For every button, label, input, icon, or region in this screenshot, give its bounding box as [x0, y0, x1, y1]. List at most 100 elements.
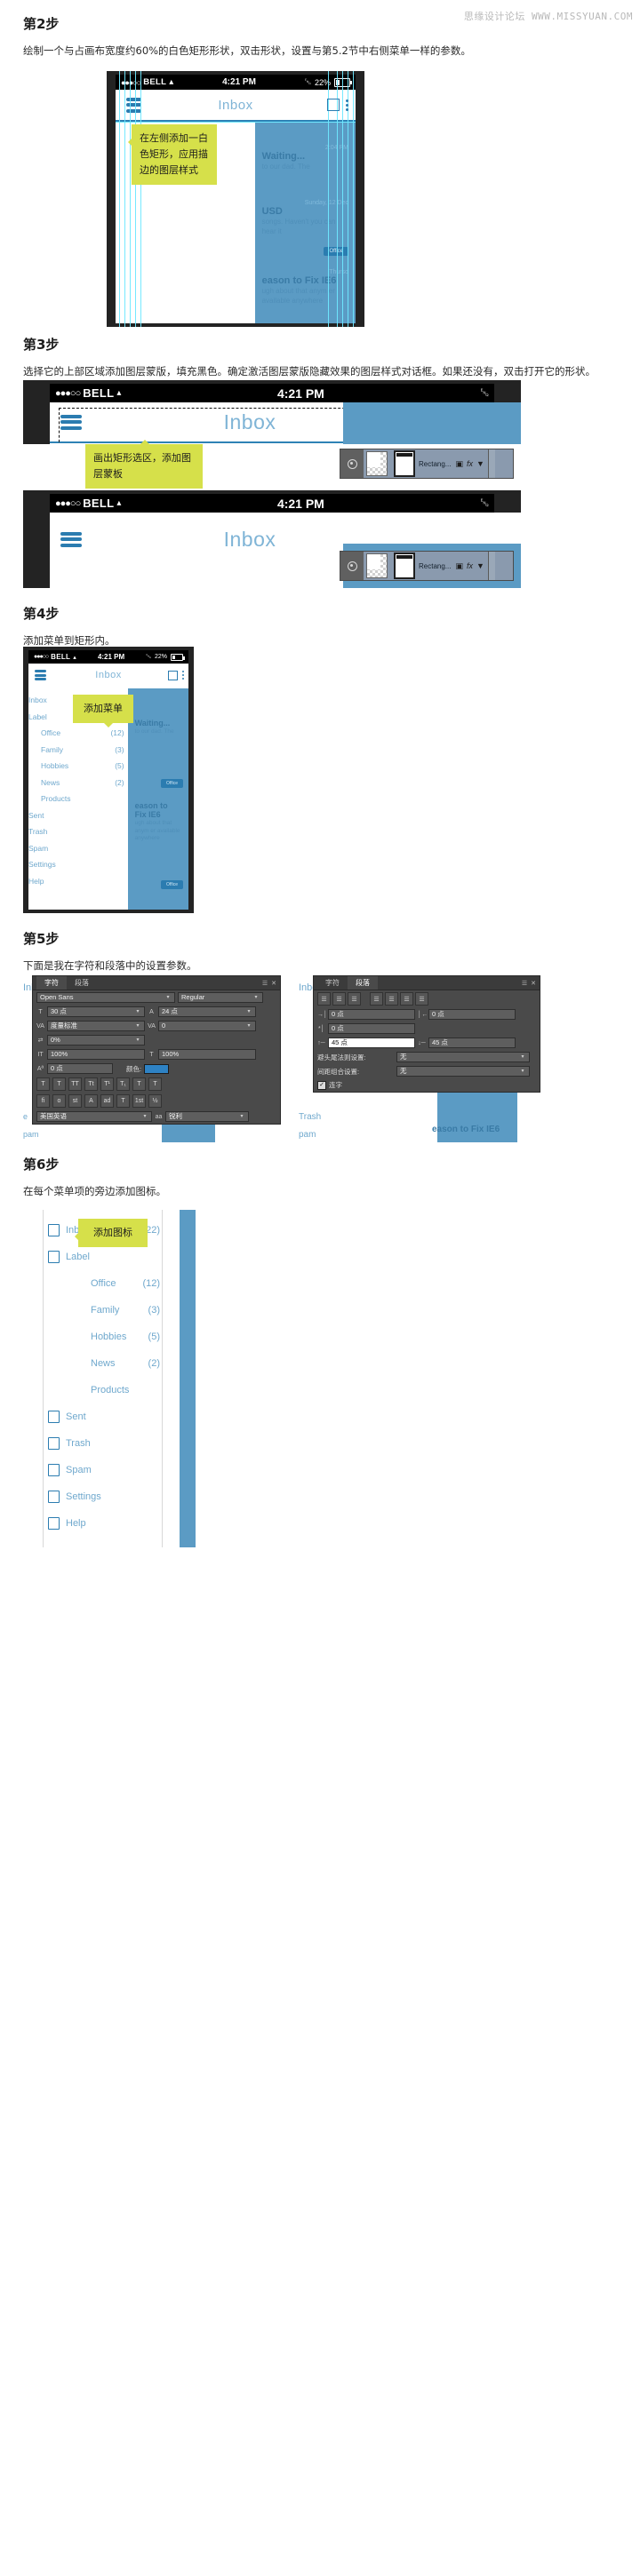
language-select[interactable]: 美国英语 ▾: [36, 1111, 152, 1122]
fx-icon[interactable]: fx: [467, 459, 473, 468]
menu-item-spam[interactable]: Spam: [48, 1457, 165, 1483]
kebab-icon[interactable]: [182, 671, 184, 680]
menu-item-sent[interactable]: Sent: [28, 807, 128, 824]
menu-item-office[interactable]: Office (12): [48, 1270, 165, 1297]
menu-item-help[interactable]: Help: [48, 1510, 165, 1537]
tab-paragraph[interactable]: 段落: [348, 976, 378, 990]
menu-item-family[interactable]: Family (3): [28, 742, 128, 759]
link-icon[interactable]: ▣: [455, 561, 463, 571]
text-color-swatch[interactable]: [144, 1063, 170, 1074]
align-center-button[interactable]: ☰: [332, 992, 346, 1006]
align-left-button[interactable]: ☰: [317, 992, 331, 1006]
menu-item-news[interactable]: News (2): [48, 1350, 165, 1377]
stylistic-button[interactable]: T: [116, 1094, 130, 1108]
font-size-input[interactable]: 30 点 ▾: [47, 1006, 145, 1017]
fractions-button[interactable]: ½: [148, 1094, 162, 1108]
justify-last-right-button[interactable]: ☰: [400, 992, 413, 1006]
tab-character[interactable]: 字符: [317, 976, 348, 990]
fx-icon[interactable]: fx: [467, 561, 473, 570]
mail-item[interactable]: Sunday, 16 Dec ods e some skill on know …: [255, 307, 356, 324]
eye-icon[interactable]: [340, 552, 364, 580]
vshift-input[interactable]: 0% ▾: [47, 1035, 145, 1046]
ligature-button[interactable]: fi: [36, 1094, 50, 1108]
compose-icon[interactable]: [168, 670, 178, 680]
kebab-icon[interactable]: [346, 99, 348, 111]
bold-button[interactable]: T: [36, 1077, 50, 1091]
menu-item-settings[interactable]: Settings: [28, 856, 128, 873]
hyphenate-checkbox-row[interactable]: ✓ 连字: [314, 1078, 540, 1092]
swash-button[interactable]: A: [84, 1094, 98, 1108]
justify-last-left-button[interactable]: ☰: [370, 992, 383, 1006]
justify-all-button[interactable]: ☰: [415, 992, 428, 1006]
hyphen-select[interactable]: 无 ▾: [396, 1052, 530, 1062]
menu-item-trash[interactable]: Trash: [48, 1430, 165, 1457]
menu-item-hobbies[interactable]: Hobbies (5): [48, 1324, 165, 1350]
smallcaps-button[interactable]: Tt: [84, 1077, 98, 1091]
mail-item[interactable]: Sunday, 12 Dec USD songs. Haven't you ca…: [255, 173, 356, 261]
mail-item[interactable]: Waiting... to our dad. The: [128, 688, 188, 737]
mail-item[interactable]: Thursd eason to Fix IE6 ugh about that a…: [255, 260, 356, 307]
leading-input[interactable]: 24 点 ▾: [158, 1006, 256, 1017]
indent-right-input[interactable]: 0 点: [428, 1009, 516, 1020]
allcaps-button[interactable]: TT: [68, 1077, 82, 1091]
eye-icon[interactable]: [340, 449, 364, 478]
ps-character-panel[interactable]: 字符 段落 ☰ ✕ Open Sans ▾ Regular ▾ T 30 点 ▾ A 2…: [32, 975, 281, 1125]
tab-paragraph[interactable]: 段落: [67, 976, 97, 990]
menu-item-news[interactable]: News (2): [28, 775, 128, 791]
menu-item-spam[interactable]: Spam: [28, 840, 128, 857]
layer-strip[interactable]: Rectang... ▣ fx ▼: [340, 449, 514, 479]
mail-item[interactable]: 2:04 PM Waiting... to our dad. The: [255, 122, 356, 173]
baseline-input[interactable]: 0 点: [47, 1063, 113, 1074]
justify-select[interactable]: 无 ▾: [396, 1066, 530, 1077]
mail-item[interactable]: eason to Fix IE6 ugh about that anym er …: [128, 789, 188, 844]
chevron-down-icon[interactable]: ▼: [476, 459, 484, 468]
compose-icon[interactable]: [327, 99, 340, 111]
panel-menu-icon[interactable]: ☰: [262, 980, 268, 987]
layer-mask-thumbnail[interactable]: [394, 450, 415, 477]
menu-item-sent[interactable]: Sent: [48, 1403, 165, 1430]
close-icon[interactable]: ✕: [271, 980, 276, 987]
layer-strip[interactable]: Rectang... ▣ fx ▼: [340, 551, 514, 581]
ps-paragraph-panel[interactable]: 字符 段落 ☰ ✕ ☰ ☰ ☰ ☰ ☰ ☰ ☰ →│ 0 点 │← 0 点 *│ …: [313, 975, 540, 1093]
panel-scrollbar[interactable]: [487, 552, 495, 580]
discretionary-button[interactable]: st: [68, 1094, 82, 1108]
font-style-select[interactable]: Regular ▾: [178, 992, 263, 1003]
menu-item-label[interactable]: Label: [48, 1244, 165, 1270]
indent-first-input[interactable]: 0 点: [328, 1023, 415, 1034]
titling-button[interactable]: ad: [100, 1094, 114, 1108]
strikethrough-button[interactable]: T: [148, 1077, 162, 1091]
space-before-input[interactable]: 45 点: [328, 1038, 415, 1048]
italic-button[interactable]: T: [52, 1077, 66, 1091]
panel-menu-icon[interactable]: ☰: [522, 980, 527, 987]
ordinals-button[interactable]: 1st: [132, 1094, 146, 1108]
tab-character[interactable]: 字符: [36, 976, 67, 990]
tracking-input[interactable]: 0 ▾: [158, 1021, 256, 1031]
oldstyle-button[interactable]: o: [52, 1094, 66, 1108]
layer-thumbnail[interactable]: [366, 451, 388, 476]
kerning-select[interactable]: 度量标准 ▾: [47, 1021, 145, 1031]
menu-item-family[interactable]: Family (3): [48, 1297, 165, 1324]
menu-item-products[interactable]: Products: [28, 791, 128, 807]
menu-item-hobbies[interactable]: Hobbies (5): [28, 758, 128, 775]
subscript-button[interactable]: T₁: [116, 1077, 130, 1091]
layer-mask-thumbnail[interactable]: [394, 553, 415, 579]
antialias-select[interactable]: 锐利 ▾: [165, 1111, 249, 1122]
menu-item-settings[interactable]: Settings: [48, 1483, 165, 1510]
hscale-input[interactable]: 100%: [158, 1049, 256, 1060]
close-icon[interactable]: ✕: [531, 980, 536, 987]
align-right-button[interactable]: ☰: [348, 992, 361, 1006]
vscale-input[interactable]: 100%: [47, 1049, 145, 1060]
layer-thumbnail[interactable]: [366, 553, 388, 578]
superscript-button[interactable]: T¹: [100, 1077, 114, 1091]
chevron-down-icon[interactable]: ▼: [476, 561, 484, 570]
checkbox[interactable]: ✓: [317, 1080, 326, 1090]
underline-button[interactable]: T: [132, 1077, 146, 1091]
panel-scrollbar[interactable]: [487, 449, 495, 478]
space-after-input[interactable]: 45 点: [428, 1038, 516, 1048]
menu-item-trash[interactable]: Trash: [28, 823, 128, 840]
font-family-select[interactable]: Open Sans ▾: [36, 992, 175, 1003]
menu-item-help[interactable]: Help: [28, 873, 128, 890]
menu-item-products[interactable]: Products: [48, 1377, 165, 1403]
link-icon[interactable]: ▣: [455, 459, 463, 469]
indent-left-input[interactable]: 0 点: [328, 1009, 415, 1020]
